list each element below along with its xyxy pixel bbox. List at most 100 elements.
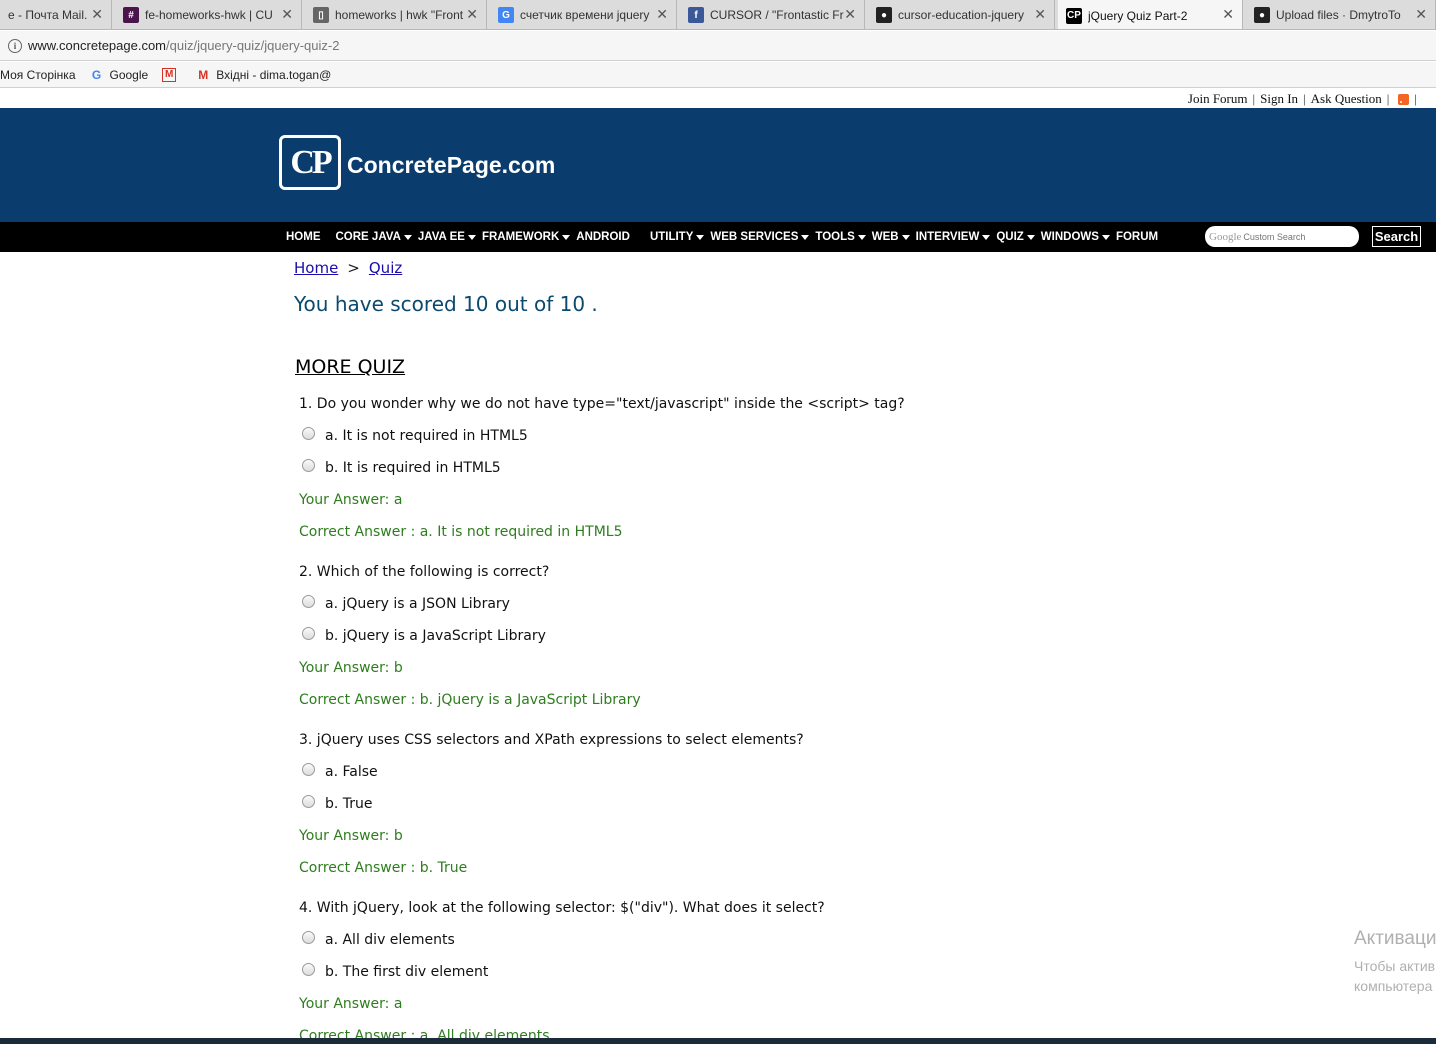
option-label: a. jQuery is a JSON Library: [325, 596, 510, 612]
option-label: b. jQuery is a JavaScript Library: [325, 628, 546, 644]
browser-tab[interactable]: Gсчетчик времени jquery ✕: [490, 0, 677, 29]
radio-button[interactable]: [302, 963, 315, 976]
browser-tab[interactable]: @е - Почта Mail.✕: [0, 0, 112, 29]
answer-option[interactable]: b. The first div element: [302, 963, 489, 980]
url-text[interactable]: www.concretepage.com/quiz/jquery-quiz/jq…: [28, 38, 339, 53]
bookmark-my-page[interactable]: Моя Сторінка: [0, 68, 76, 82]
close-icon[interactable]: ✕: [91, 6, 103, 23]
nav-label: ANDROID: [576, 231, 630, 243]
browser-tab[interactable]: ▯ homeworks | hwk "Front ✕: [305, 0, 487, 29]
your-answer: Your Answer: b: [299, 828, 403, 844]
nav-menu: HOME CORE JAVA JAVA EE FRAMEWORK ANDROID UTIL…: [286, 222, 1173, 252]
chevron-down-icon: [562, 234, 571, 240]
separator: |: [1414, 91, 1417, 106]
answer-option[interactable]: b. True: [302, 795, 373, 812]
answer-option[interactable]: a. It is not required in HTML5: [302, 427, 528, 444]
nav-label: WEB: [871, 231, 899, 243]
nav-item-web[interactable]: WEB: [872, 231, 910, 243]
nav-item-framework[interactable]: FRAMEWORK: [481, 231, 571, 243]
windows-activation-watermark: Активаци Чтобы актив компьютера: [1354, 928, 1436, 996]
address-bar[interactable]: i www.concretepage.com/quiz/jquery-quiz/…: [0, 31, 1436, 61]
google-logo: Google: [1209, 230, 1242, 243]
close-icon[interactable]: ✕: [466, 6, 478, 23]
nav-label: UTILITY: [649, 231, 694, 243]
chevron-down-icon: [801, 234, 810, 240]
google-icon: G: [498, 7, 514, 23]
chevron-down-icon: [1026, 234, 1035, 240]
main-navbar: HOME CORE JAVA JAVA EE FRAMEWORK ANDROID UTIL…: [0, 222, 1436, 252]
answer-option[interactable]: a. False: [302, 763, 378, 780]
search-button[interactable]: Search: [1372, 226, 1421, 247]
nav-item-quiz[interactable]: QUIZ: [996, 231, 1035, 243]
answer-option[interactable]: a. jQuery is a JSON Library: [302, 595, 510, 612]
browser-tab[interactable]: ● cursor-education-jquery ✕: [868, 0, 1055, 29]
nav-item-interview[interactable]: INTERVIEW: [916, 231, 991, 243]
chevron-down-icon: [901, 234, 910, 240]
radio-button[interactable]: [302, 595, 315, 608]
breadcrumb-home[interactable]: Home: [294, 259, 338, 277]
nav-item-forum[interactable]: FORUM: [1116, 231, 1158, 243]
nav-item-core-java[interactable]: CORE JAVA: [336, 231, 412, 243]
tab-title: jQuery Quiz Part-2: [1088, 8, 1188, 23]
option-label: a. All div elements: [325, 932, 455, 948]
tab-bar: @е - Почта Mail.✕ # fe-homeworks-hwk | CU ✕…: [0, 0, 1436, 30]
nav-item-home[interactable]: HOME: [286, 231, 321, 243]
radio-button[interactable]: [302, 931, 315, 944]
browser-tab[interactable]: f CURSOR / "Frontastic Fr ✕: [680, 0, 865, 29]
nav-label: INTERVIEW: [915, 231, 980, 243]
nav-item-android[interactable]: ANDROID: [576, 231, 630, 243]
answer-option[interactable]: b. It is required in HTML5: [302, 459, 501, 476]
bookmark-label: Google: [109, 67, 149, 82]
sign-in-link[interactable]: Sign In: [1260, 91, 1298, 107]
radio-button[interactable]: [302, 627, 315, 640]
correct-answer: Correct Answer : b. jQuery is a JavaScri…: [299, 692, 641, 708]
radio-button[interactable]: [302, 795, 315, 808]
nav-item-tools[interactable]: TOOLS: [815, 231, 866, 243]
chevron-down-icon: [696, 234, 705, 240]
close-icon[interactable]: ✕: [1415, 6, 1427, 23]
answer-option[interactable]: a. All div elements: [302, 931, 455, 948]
answer-option[interactable]: b. jQuery is a JavaScript Library: [302, 627, 546, 644]
site-search-box[interactable]: Google: [1205, 226, 1359, 247]
browser-tab[interactable]: # fe-homeworks-hwk | CU ✕: [115, 0, 302, 29]
chevron-down-icon: [857, 234, 866, 240]
rss-icon[interactable]: [1398, 93, 1410, 105]
bookmark-inbox[interactable]: M Вхідні - dima.togan@: [196, 68, 331, 82]
info-icon[interactable]: i: [8, 38, 22, 53]
breadcrumb-quiz[interactable]: Quiz: [369, 259, 402, 277]
nav-label: CORE JAVA: [335, 231, 401, 243]
browser-tab[interactable]: ● Upload files · DmytroTo ✕: [1246, 0, 1436, 29]
search-input[interactable]: [1243, 231, 1344, 242]
site-logo-text[interactable]: ConcretePage.com: [347, 152, 555, 179]
tab-title: CURSOR / "Frontastic Fr: [710, 8, 844, 22]
chevron-down-icon: [982, 234, 991, 240]
bookmark-gmail-m[interactable]: M: [162, 67, 182, 82]
radio-button[interactable]: [302, 459, 315, 472]
bookmark-google[interactable]: G Google: [90, 67, 149, 82]
close-icon[interactable]: ✕: [281, 6, 293, 23]
option-label: b. The first div element: [325, 964, 489, 980]
ask-question-link[interactable]: Ask Question: [1311, 91, 1382, 107]
close-icon[interactable]: ✕: [1222, 6, 1234, 23]
close-icon[interactable]: ✕: [1034, 6, 1046, 23]
logo-icon[interactable]: CP: [279, 135, 341, 190]
nav-item-web-services[interactable]: WEB SERVICES: [710, 231, 810, 243]
close-icon[interactable]: ✕: [656, 6, 668, 23]
option-label: a. False: [325, 764, 378, 780]
nav-item-windows[interactable]: WINDOWS: [1041, 231, 1110, 243]
nav-item-utility[interactable]: UTILITY: [649, 231, 705, 243]
more-quiz-link[interactable]: MORE QUIZ: [295, 356, 405, 378]
join-forum-link[interactable]: Join Forum: [1188, 91, 1248, 107]
correct-answer: Correct Answer : b. True: [299, 860, 468, 876]
nav-label: FRAMEWORK: [481, 231, 560, 243]
question-text: 3. jQuery uses CSS selectors and XPath e…: [299, 732, 804, 748]
radio-button[interactable]: [302, 763, 315, 776]
browser-tab[interactable]: CP jQuery Quiz Part-2 ✕: [1058, 0, 1243, 29]
url-path: /quiz/jquery-quiz/jquery-quiz-2: [166, 38, 340, 53]
tab-title: е - Почта Mail.: [8, 8, 88, 22]
radio-button[interactable]: [302, 427, 315, 440]
nav-item-java-ee[interactable]: JAVA EE: [418, 231, 476, 243]
close-icon[interactable]: ✕: [844, 6, 856, 23]
nav-label: HOME: [286, 231, 321, 243]
nav-label: WEB SERVICES: [710, 231, 799, 243]
